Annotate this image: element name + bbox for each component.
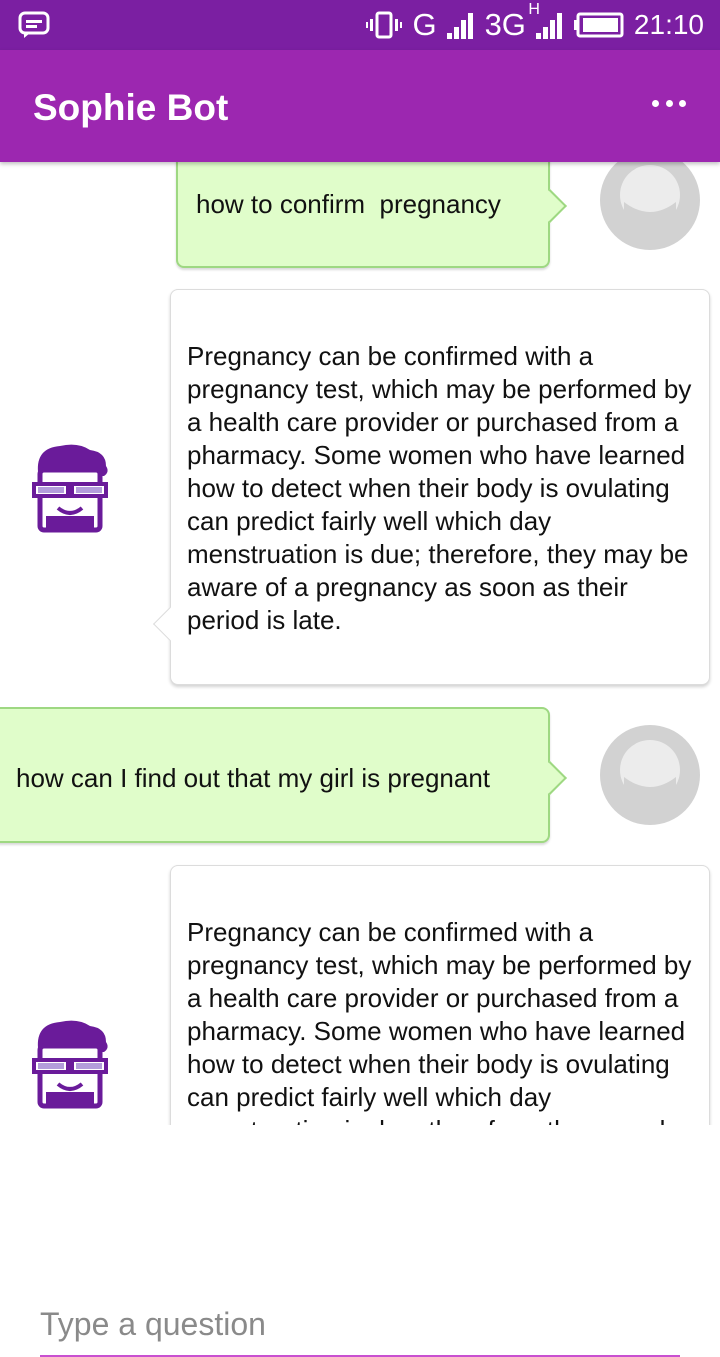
network-g-label: G [412, 7, 437, 42]
bot-message-bubble: Pregnancy can be confirmed with a pregna… [170, 289, 710, 685]
signal-icon-2 [535, 13, 562, 39]
user-message-bubble: how to confirm pregnancy [176, 162, 550, 268]
network-3g-label: 3G H [484, 1, 540, 42]
bot-avatar-icon [32, 444, 108, 533]
chat-notification-icon [18, 11, 50, 38]
message-text: Pregnancy can be confirmed with a pregna… [187, 917, 692, 1125]
chat-list[interactable]: how to confirm pregnancy Pregnancy can b… [0, 162, 720, 1125]
bot-avatar-icon [32, 1020, 108, 1109]
input-area [0, 1125, 720, 1357]
vibrate-icon [366, 11, 403, 39]
overflow-menu-icon[interactable] [652, 96, 686, 110]
user-avatar-icon [600, 725, 700, 825]
clock: 21:10 [633, 9, 704, 40]
user-avatar-icon [600, 162, 700, 250]
message-text: how to confirm pregnancy [196, 189, 501, 219]
question-input[interactable] [40, 1301, 680, 1357]
status-bar: G 3G H 21:10 [0, 0, 720, 50]
signal-icon-1 [446, 13, 473, 39]
battery-icon [573, 12, 624, 38]
network-h-label: H [528, 1, 540, 18]
message-text: Pregnancy can be confirmed with a pregna… [187, 341, 692, 635]
app-bar: Sophie Bot [0, 50, 720, 162]
message-text: how can I find out that my girl is pregn… [16, 763, 491, 793]
user-message-bubble: how can I find out that my girl is pregn… [0, 707, 550, 843]
app-title: Sophie Bot [33, 87, 229, 128]
bot-message-bubble: Pregnancy can be confirmed with a pregna… [170, 865, 710, 1125]
